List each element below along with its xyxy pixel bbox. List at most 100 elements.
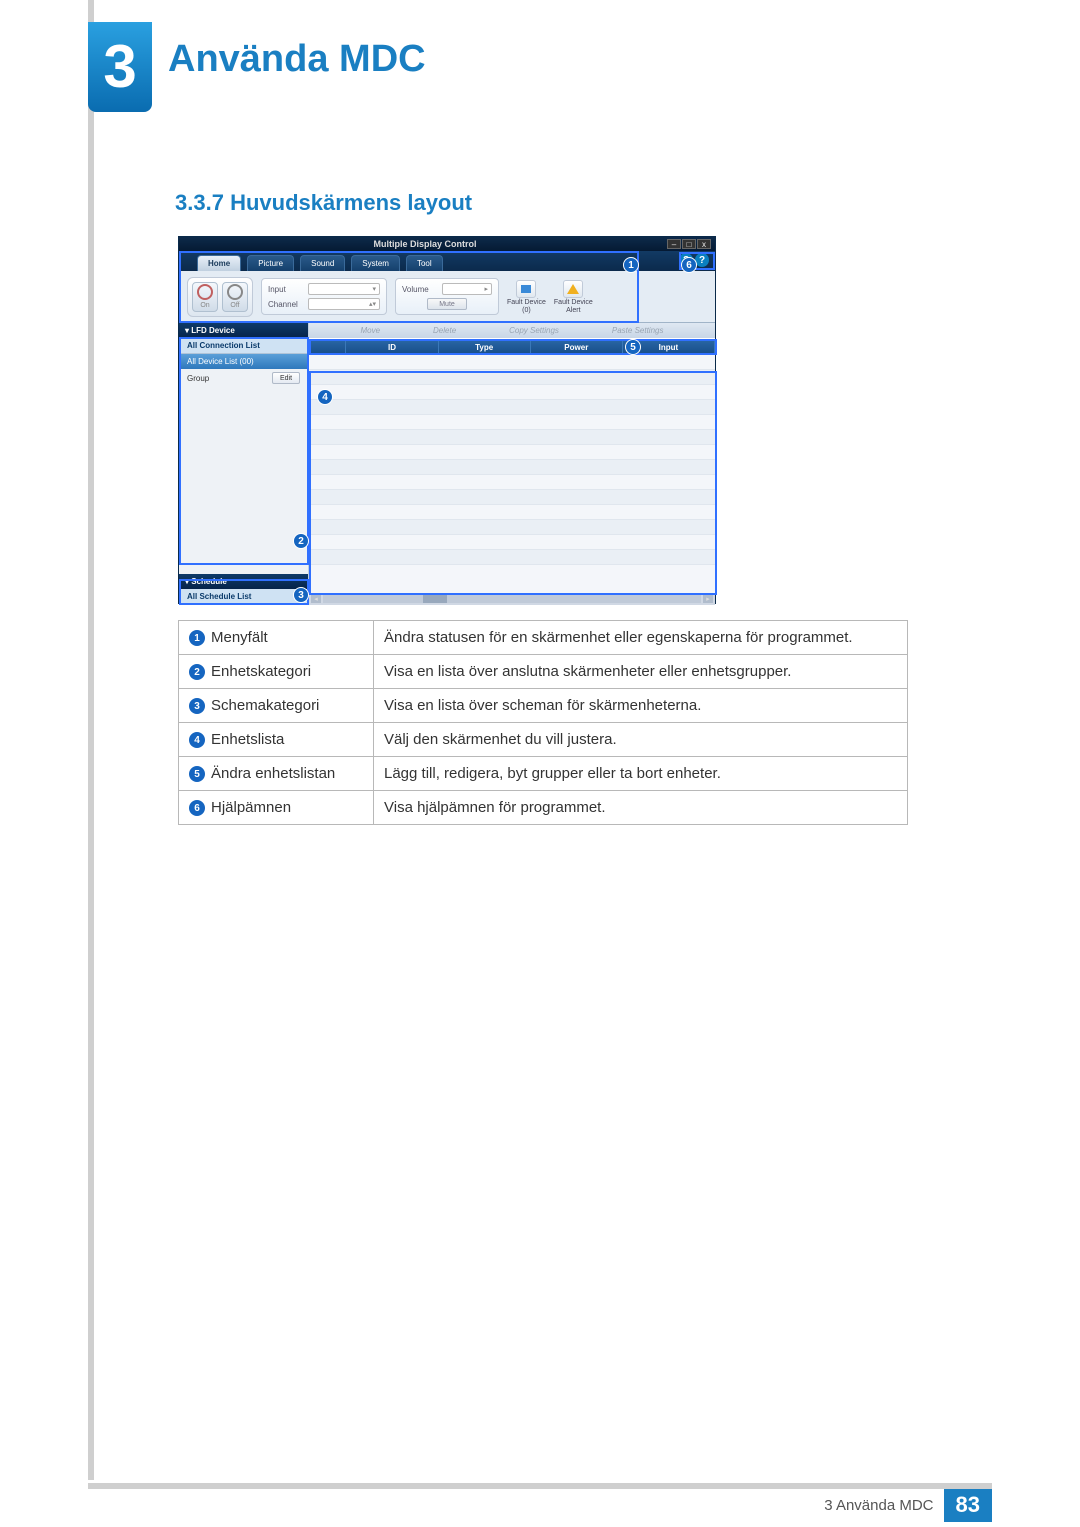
all-device-list[interactable]: All Device List (00)	[179, 354, 308, 369]
left-stripe	[88, 0, 94, 1480]
device-grid[interactable]	[309, 355, 715, 593]
legend-name: Menyfält	[211, 629, 268, 646]
table-row[interactable]	[309, 490, 715, 505]
legend-table: 1 Menyfält Ändra statusen för en skärmenhe…	[178, 620, 908, 825]
annotation-2: 2	[293, 533, 309, 549]
input-select[interactable]: ▾	[308, 283, 380, 295]
table-row[interactable]	[309, 475, 715, 490]
table-row[interactable]	[309, 430, 715, 445]
volume-slider[interactable]: ▸	[442, 283, 492, 295]
fault-label: Fault Device	[507, 299, 546, 306]
legend-row: 1 Menyfält Ändra statusen för en skärmenhe…	[179, 621, 908, 655]
power-icon	[197, 284, 213, 300]
maximize-button[interactable]: □	[682, 239, 696, 249]
paste-settings-button[interactable]: Paste Settings	[612, 326, 664, 335]
table-row[interactable]	[309, 385, 715, 400]
fault-icon	[516, 280, 536, 298]
legend-desc: Visa en lista över scheman för skärmenhe…	[374, 689, 908, 723]
annotation-4: 4	[317, 389, 333, 405]
legend-row: 3 Schemakategori Visa en lista över schema…	[179, 689, 908, 723]
legend-name: Hjälpämnen	[211, 799, 291, 816]
scroll-track[interactable]	[323, 595, 701, 603]
channel-label: Channel	[268, 300, 304, 309]
power-on-label: On	[200, 302, 209, 309]
legend-row: 6HjälpämnenVisa hjälpämnen för programme…	[179, 791, 908, 825]
legend-name: Schemakategori	[211, 697, 319, 714]
tab-picture[interactable]: Picture	[247, 255, 294, 271]
legend-number: 3	[189, 698, 205, 714]
annotation-5: 5	[625, 339, 641, 355]
col-id[interactable]: ID	[346, 339, 438, 355]
close-button[interactable]: x	[697, 239, 711, 249]
all-connection-list[interactable]: All Connection List	[179, 338, 308, 354]
volume-group: Volume ▸ Mute	[395, 278, 499, 315]
delete-button[interactable]: Delete	[433, 326, 456, 335]
tab-tool[interactable]: Tool	[406, 255, 443, 271]
mute-button[interactable]: Mute	[427, 298, 467, 310]
fault-alert-label: Alert	[566, 307, 580, 314]
group-row: Group Edit	[179, 369, 308, 387]
col-power[interactable]: Power	[531, 339, 623, 355]
table-row[interactable]	[309, 355, 715, 370]
chapter-title: Använda MDC	[168, 38, 426, 81]
tab-system[interactable]: System	[351, 255, 400, 271]
minimize-button[interactable]: –	[667, 239, 681, 249]
chapter-badge: 3	[88, 22, 152, 112]
power-icon	[227, 284, 243, 300]
section-number: 3.3.7	[175, 190, 224, 215]
titlebar: Multiple Display Control – □ x	[179, 237, 715, 251]
legend-number: 2	[189, 664, 205, 680]
table-row[interactable]	[309, 400, 715, 415]
lfd-device-header[interactable]: ▾ LFD Device	[179, 323, 308, 338]
scroll-left-icon[interactable]: ◂	[311, 595, 321, 603]
edit-group-button[interactable]: Edit	[272, 372, 300, 384]
power-off-button[interactable]: Off	[222, 282, 248, 312]
window-title: Multiple Display Control	[183, 239, 667, 249]
table-row[interactable]	[309, 505, 715, 520]
table-row[interactable]	[309, 550, 715, 565]
table-row[interactable]	[309, 445, 715, 460]
fault-device-count[interactable]: Fault Device (0)	[507, 280, 546, 314]
annotation-3: 3	[293, 587, 309, 603]
tab-sound[interactable]: Sound	[300, 255, 345, 271]
schedule-header[interactable]: ▾ Schedule	[179, 574, 308, 589]
fault-device-alert[interactable]: Fault Device Alert	[554, 280, 593, 314]
table-row[interactable]	[309, 370, 715, 385]
table-row[interactable]	[309, 460, 715, 475]
copy-settings-button[interactable]: Copy Settings	[509, 326, 559, 335]
table-row[interactable]	[309, 535, 715, 550]
annotation-1: 1	[623, 257, 639, 273]
section-title: Huvudskärmens layout	[230, 190, 472, 215]
help-icon[interactable]: ?	[695, 253, 709, 267]
grid-header: ID Type Power Input	[309, 339, 715, 355]
legend-desc: Visa en lista över anslutna skärmenheter…	[374, 655, 908, 689]
alert-icon	[563, 280, 583, 298]
table-row[interactable]	[309, 520, 715, 535]
tab-home[interactable]: Home	[197, 255, 241, 271]
legend-desc: Ändra statusen för en skärmenhet eller e…	[374, 621, 908, 655]
fault-count: (0)	[522, 307, 531, 314]
legend-number: 4	[189, 732, 205, 748]
legend-desc: Lägg till, redigera, byt grupper eller t…	[374, 757, 908, 791]
table-row[interactable]	[309, 415, 715, 430]
horizontal-scrollbar[interactable]: ◂ ▸	[309, 593, 715, 605]
legend-number: 1	[189, 630, 205, 646]
power-on-button[interactable]: On	[192, 282, 218, 312]
power-off-label: Off	[230, 302, 239, 309]
all-schedule-list[interactable]: All Schedule List	[179, 589, 308, 605]
annotation-6: 6	[681, 257, 697, 273]
fault-label: Fault Device	[554, 299, 593, 306]
scroll-right-icon[interactable]: ▸	[703, 595, 713, 603]
legend-name: Enhetskategori	[211, 663, 311, 680]
channel-stepper[interactable]: ▴▾	[308, 298, 380, 310]
col-check[interactable]	[309, 339, 346, 355]
scroll-thumb[interactable]	[423, 595, 447, 603]
volume-label: Volume	[402, 285, 438, 294]
move-button[interactable]: Move	[360, 326, 380, 335]
legend-name: Enhetslista	[211, 731, 284, 748]
footer-stripe	[88, 1483, 992, 1489]
legend-desc: Välj den skärmenhet du vill justera.	[374, 723, 908, 757]
legend-name: Ändra enhetslistan	[211, 765, 335, 782]
legend-row: 2 Enhetskategori Visa en lista över anslut…	[179, 655, 908, 689]
col-type[interactable]: Type	[439, 339, 531, 355]
